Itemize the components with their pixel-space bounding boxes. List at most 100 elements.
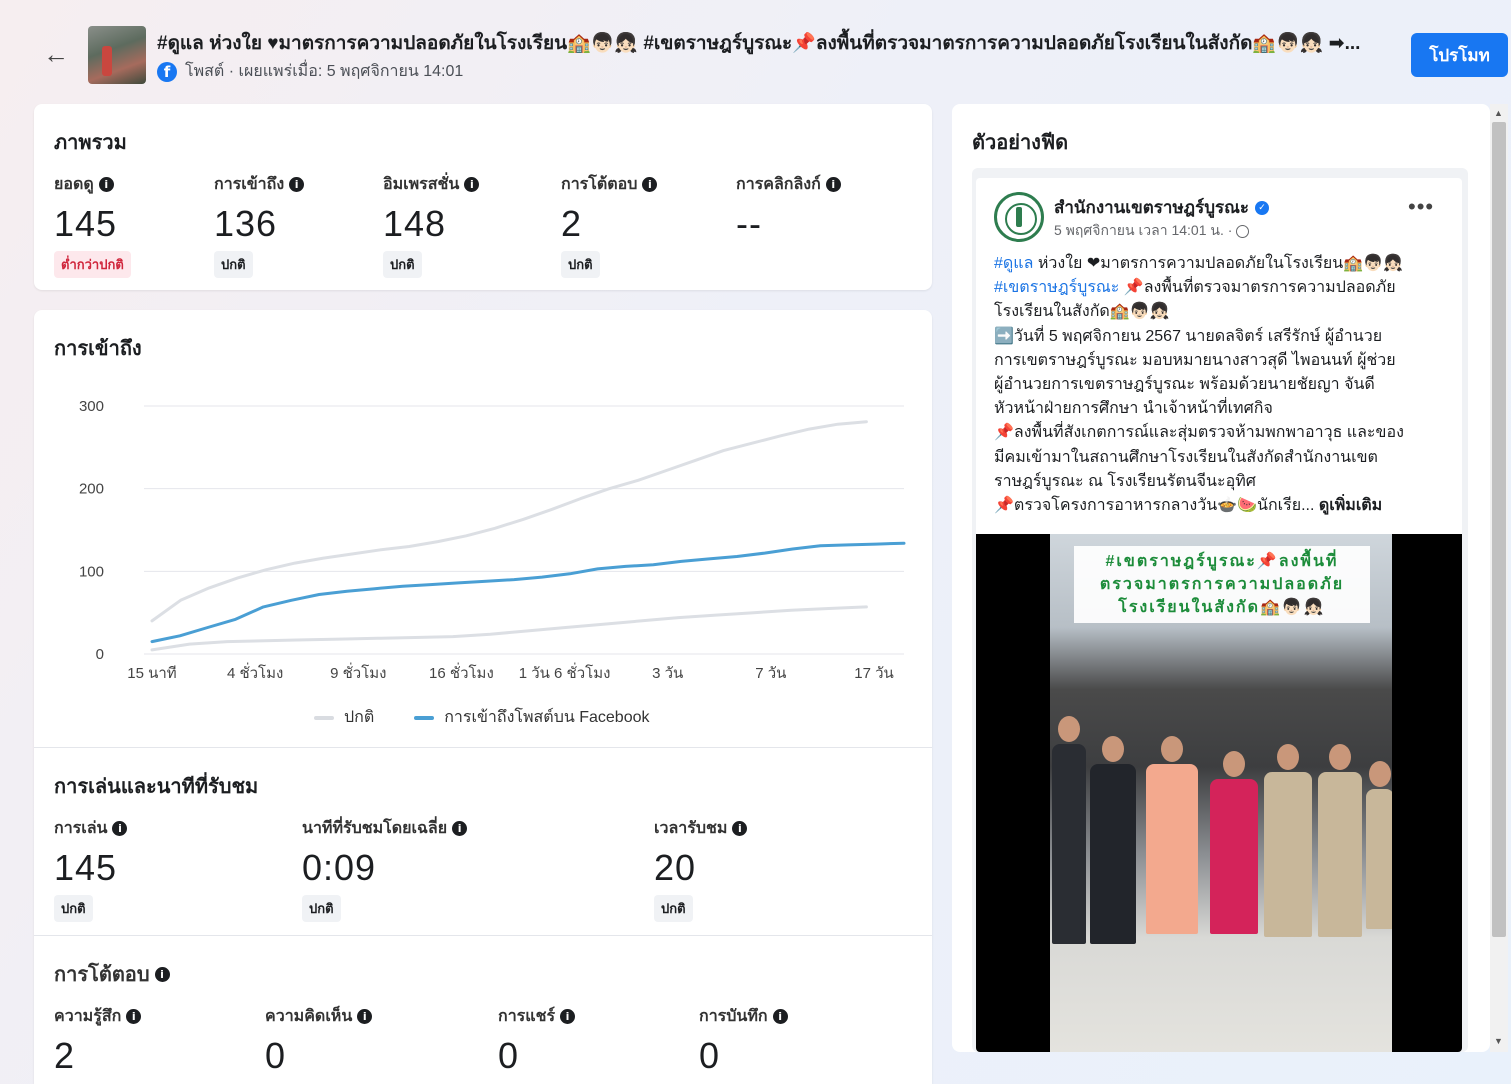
metric-value: 2 [561,203,583,244]
globe-icon [1236,224,1250,238]
info-icon[interactable]: i [464,177,480,192]
legend-swatch [414,715,435,720]
x-tick-label: 9 ชั่วโมง [330,662,386,682]
scrollbar-thumb[interactable] [1492,122,1506,937]
post-line: ราษฎร์บูรณะ ณ โรงเรียนรัตนจีนะอุทิศ [994,472,1256,490]
interactions-title: การโต้ตอบ [54,964,150,986]
page-name[interactable]: สำนักงานเขตราษฎร์บูรณะ [1054,194,1249,221]
info-icon[interactable]: i [126,1009,142,1024]
post-line: การเขตราษฎร์บูรณะ มอบหมายนางสาวสุดี ไพอน… [994,351,1396,369]
reach-chart: 0 100 200 300 15 นาที 4 ชั่วโมง 9 ชั่วโมง 16 ชั… [79,398,906,682]
hashtag-link[interactable]: #ดูแล [994,255,1033,272]
back-arrow-icon[interactable]: ← [40,38,72,70]
metric-avg-watch: นาทีที่รับชมโดยเฉลี่ย i 0:09 ปกติ [302,816,468,922]
x-tick-label: 3 วัน [652,665,683,682]
legend-item-post-reach[interactable]: การเข้าถึงโพสต์บน Facebook [414,705,650,730]
post-line: ผู้อำนวยการเขตราษฎร์บูรณะ พร้อมด้วยนายชั… [994,376,1375,394]
metric-reactions: ความรู้สึก i 2 [54,1004,142,1077]
metric-value: 0:09 [302,847,377,888]
metric-label: นาทีที่รับชมโดยเฉลี่ย [302,820,448,837]
metric-label: อิมเพรสชั่น [383,176,460,193]
info-icon[interactable]: i [98,177,114,192]
post-line: #ดูแล ห่วงใย ❤มาตรการความปลอดภัยในโรงเรี… [994,252,1456,276]
info-icon[interactable]: i [154,966,170,982]
more-options-icon[interactable]: ••• [1408,194,1434,220]
post-line: โรงเรียนในสังกัด🏫👦🏻👧🏻 [994,303,1170,321]
scroll-up-arrow-icon[interactable]: ▲ [1494,108,1503,118]
metric-value: 0 [699,1035,721,1076]
person-figure [1210,751,1258,934]
legend-swatch [314,715,334,720]
page-scrollbar[interactable]: ▲ ▼ [1490,104,1508,1052]
post-body-text: #ดูแล ห่วงใย ❤มาตรการความปลอดภัยในโรงเรี… [994,252,1456,518]
chart-legend: ปกติ การเข้าถึงโพสต์บน Facebook [314,705,650,730]
info-icon[interactable]: i [642,177,658,192]
person-figure [1366,761,1392,929]
post-preview-card: สำนักงานเขตราษฎร์บูรณะ ✓ 5 พฤศจิกายน เวล… [976,178,1462,1052]
metric-saves: การบันทึก i 0 [699,1004,788,1077]
info-icon[interactable]: i [772,1009,788,1024]
scroll-down-arrow-icon[interactable]: ▼ [1494,1036,1503,1046]
metric-label: การคลิกลิงก์ [736,176,821,193]
metric-value: -- [736,203,762,244]
legend-label: การเข้าถึงโพสต์บน Facebook [444,709,650,726]
person-figure [1146,736,1198,934]
post-line: ➡️วันที่ 5 พฤศจิกายน 2567 นายดลจิตร์ เสร… [994,327,1383,345]
divider [34,935,932,936]
metric-label: การแชร์ [498,1008,556,1025]
y-tick-label: 200 [79,481,104,498]
promote-button[interactable]: โปรโมท [1411,33,1508,77]
metric-value: 20 [654,847,697,888]
overview-title: ภาพรวม [54,132,127,154]
post-line: หัวหน้าฝ่ายการศึกษา นำเจ้าหน้าที่เทศกิจ [994,400,1273,418]
metric-value: 145 [54,847,118,888]
info-icon[interactable]: i [732,821,748,836]
info-icon[interactable]: i [452,821,468,836]
video-frame: #เขตราษฎร์บูรณะ📌ลงพื้นที่ ตรวจมาตรการควา… [1050,534,1392,1052]
status-badge: ปกติ [561,251,600,278]
x-tick-label: 15 นาที [127,665,176,682]
info-icon[interactable]: i [357,1009,373,1024]
metric-engagement: การโต้ตอบ i 2 ปกติ [561,172,658,278]
metric-link-clicks: การคลิกลิงก์ i -- [736,172,841,245]
page-avatar[interactable] [994,192,1044,242]
metric-views: ยอดดู i 145 ต่ำกว่าปกติ [54,172,131,278]
metric-impressions: อิมเพรสชั่น i 148 ปกติ [383,172,480,278]
y-tick-label: 300 [79,398,104,415]
post-time-text[interactable]: 5 พฤศจิกายน เวลา 14:01 น. · [1054,220,1232,242]
post-meta-text: โพสต์ · เผยแพร่เมื่อ: 5 พฤศจิกายน 14:01 [185,63,464,80]
hashtag-link[interactable]: #เขตราษฎร์บูรณะ [994,279,1119,296]
info-icon[interactable]: i [560,1009,576,1024]
info-icon[interactable]: i [825,177,841,192]
page-name-row: สำนักงานเขตราษฎร์บูรณะ ✓ [1054,194,1270,221]
post-title: #ดูแล ห่วงใย ♥มาตรการความปลอดภัยในโรงเรี… [157,33,1361,54]
metric-label: ความรู้สึก [54,1008,122,1025]
info-icon[interactable]: i [289,177,305,192]
person-figure [1264,744,1312,937]
video-caption: #เขตราษฎร์บูรณะ📌ลงพื้นที่ ตรวจมาตรการควา… [1074,546,1370,623]
metric-value: 0 [265,1035,287,1076]
metric-comments: ความคิดเห็น i 0 [265,1004,373,1077]
metric-label: เวลารับชม [654,820,728,837]
series-line [150,605,868,652]
post-text-segment: 📌ลงพื้นที่ตรวจมาตรการความปลอดภัย [1119,279,1396,297]
reach-title: การเข้าถึง [54,338,142,360]
legend-label: ปกติ [344,709,375,726]
post-video[interactable]: #เขตราษฎร์บูรณะ📌ลงพื้นที่ ตรวจมาตรการควา… [976,534,1462,1052]
metric-value: 148 [383,203,447,244]
info-icon[interactable]: i [112,821,128,836]
x-tick-label: 1 วัน 6 ชั่วโมง [519,662,611,682]
legend-item-normal[interactable]: ปกติ [314,705,374,730]
status-badge: ปกติ [54,895,93,922]
feed-preview-panel: ตัวอย่างฟีด สำนักงานเขตราษฎร์บูรณะ ✓ 5 พ… [952,104,1490,1052]
verified-badge-icon: ✓ [1255,200,1270,215]
metric-label: การเล่น [54,820,108,837]
metric-plays: การเล่น i 145 ปกติ [54,816,128,922]
y-tick-label: 100 [79,563,104,580]
see-more-link[interactable]: ดูเพิ่มเติม [1319,497,1382,514]
plays-title: การเล่นและนาทีที่รับชม [54,776,259,798]
post-line: 📌ลงพื้นที่สังเกตการณ์และสุ่มตรวจห้ามพกพา… [994,424,1404,442]
status-badge: ต่ำกว่าปกติ [54,251,131,278]
post-line: มีคมเข้ามาในสถานศึกษาโรงเรียนในสังกัดสำน… [994,448,1378,466]
person-figure [1090,736,1136,944]
